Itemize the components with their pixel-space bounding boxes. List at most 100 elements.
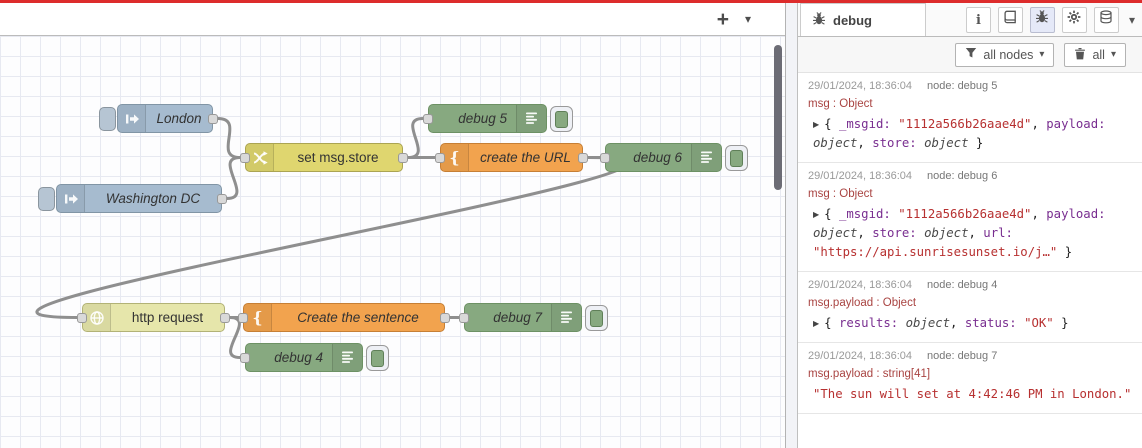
debug-lines-icon xyxy=(516,105,546,132)
expand-triangle-icon[interactable]: ▶ xyxy=(813,319,819,328)
debug-message: 29/01/2024, 18:36:04 node: debug 7 msg.pay… xyxy=(798,343,1142,415)
expand-triangle-icon[interactable]: ▶ xyxy=(813,210,819,219)
output-port[interactable] xyxy=(578,153,588,163)
debug-payload: ▶{ _msgid: "1112a566b26aae4d", payload: … xyxy=(813,117,1106,151)
flow-node-london[interactable]: London xyxy=(99,104,218,133)
input-port[interactable] xyxy=(435,153,445,163)
flow-canvas[interactable]: London Washington DC set msg.store debug 5 {… xyxy=(0,36,785,448)
input-port[interactable] xyxy=(77,313,87,323)
debug-toggle-button[interactable] xyxy=(550,106,573,132)
funnel-icon xyxy=(965,47,977,62)
debug-message-list[interactable]: 29/01/2024, 18:36:04 node: debug 5 msg : O… xyxy=(798,73,1142,448)
expand-triangle-icon[interactable]: ▶ xyxy=(813,120,819,129)
chevron-down-icon: ▾ xyxy=(1039,49,1045,60)
input-port[interactable] xyxy=(238,313,248,323)
shuffle-icon xyxy=(246,144,274,171)
output-port[interactable] xyxy=(217,194,227,204)
wire-set-store-to-debug5[interactable] xyxy=(406,117,425,159)
node-label: London xyxy=(156,111,202,126)
debug-toggle-button[interactable] xyxy=(585,305,608,331)
input-port[interactable] xyxy=(240,153,250,163)
context-data-tab-button[interactable] xyxy=(1093,6,1119,33)
debug-filter-bar: all nodes ▾ all ▾ xyxy=(798,37,1142,73)
inject-button[interactable] xyxy=(38,187,55,211)
debug-toggle-button[interactable] xyxy=(725,145,748,171)
function-brace-icon: { xyxy=(441,144,469,171)
gear-icon xyxy=(1067,10,1081,29)
debug-lines-icon xyxy=(551,304,581,331)
sidebar-tab-bar: debug i ▾ xyxy=(798,3,1142,37)
header-red-line xyxy=(0,0,1142,3)
flow-node-create-sentence[interactable]: { Create the sentence xyxy=(238,303,450,332)
debug-timestamp: 29/01/2024, 18:36:04 xyxy=(808,279,912,292)
function-brace-icon: { xyxy=(244,304,272,331)
debug-payload: ▶{ results: object, status: "OK" } xyxy=(813,316,1069,331)
inject-arrow-icon xyxy=(118,105,146,132)
bug-tab-button[interactable] xyxy=(1029,6,1055,33)
inject-button[interactable] xyxy=(99,107,116,131)
flow-list-caret-icon[interactable]: ▾ xyxy=(745,12,751,26)
debug-node-name: node: debug 6 xyxy=(926,170,998,183)
node-label: set msg.store xyxy=(297,150,379,165)
sidebar-menu-caret-icon[interactable]: ▾ xyxy=(1129,13,1135,27)
input-port[interactable] xyxy=(600,153,610,163)
sidebar-toolbar-buttons: i ▾ xyxy=(965,3,1142,36)
debug-property: msg : Object xyxy=(808,98,873,110)
tab-debug-label: debug xyxy=(833,12,872,28)
output-port[interactable] xyxy=(220,313,230,323)
add-flow-button[interactable]: + xyxy=(717,9,729,30)
input-port[interactable] xyxy=(459,313,469,323)
clear-messages-button[interactable]: all ▾ xyxy=(1064,42,1126,67)
wire-washington-to-set-store[interactable] xyxy=(225,156,242,200)
node-label: debug 6 xyxy=(633,150,682,165)
output-port[interactable] xyxy=(398,153,408,163)
output-port[interactable] xyxy=(208,114,218,124)
wire-london-to-set-store[interactable] xyxy=(216,117,242,159)
canvas-scrollbar[interactable] xyxy=(774,45,782,190)
bug-icon xyxy=(812,11,826,29)
node-label: create the URL xyxy=(480,150,571,165)
node-label: http request xyxy=(131,310,204,325)
node-label: Create the sentence xyxy=(297,310,419,325)
debug-timestamp: 29/01/2024, 18:36:04 xyxy=(808,80,912,92)
debug-payload: "The sun will set at 4:42:46 PM in Londo… xyxy=(813,387,1132,402)
flow-node-debug6[interactable]: debug 6 xyxy=(600,143,748,172)
node-label: debug 7 xyxy=(493,310,542,325)
input-port[interactable] xyxy=(423,114,433,124)
output-port[interactable] xyxy=(440,313,450,323)
bug-icon xyxy=(1035,10,1049,29)
node-label: debug 5 xyxy=(458,111,507,126)
node-label: Washington DC xyxy=(105,191,201,206)
flow-node-create-url[interactable]: { create the URL xyxy=(435,143,588,172)
flow-node-set-store[interactable]: set msg.store xyxy=(240,143,408,172)
flow-node-http-request[interactable]: http request xyxy=(77,303,230,332)
wire-http-request-to-debug4[interactable] xyxy=(228,316,242,359)
flow-node-debug7[interactable]: debug 7 xyxy=(459,303,608,332)
trash-icon xyxy=(1074,47,1086,63)
workspace-tab-bar: + ▾ xyxy=(0,3,785,36)
debug-timestamp: 29/01/2024, 18:36:04 xyxy=(808,170,912,183)
node-label: debug 4 xyxy=(274,350,323,365)
wire-layer xyxy=(35,117,630,359)
debug-node-name: node: debug 5 xyxy=(926,80,998,92)
node-red-editor: + ▾ London Washington DC set msg.store debu… xyxy=(0,0,1142,448)
debug-lines-icon xyxy=(691,144,721,171)
sidebar-splitter[interactable] xyxy=(786,3,797,448)
wire-create-url-to-http-request[interactable] xyxy=(35,156,630,319)
debug-toggle-button[interactable] xyxy=(366,345,389,371)
flow-node-debug4[interactable]: debug 4 xyxy=(240,343,389,372)
filter-nodes-button[interactable]: all nodes ▾ xyxy=(955,42,1055,67)
book-tab-button[interactable] xyxy=(997,6,1023,33)
debug-node-name: node: debug 4 xyxy=(926,279,998,292)
debug-lines-icon xyxy=(332,344,362,371)
flow-node-washington[interactable]: Washington DC xyxy=(38,184,227,213)
tab-debug[interactable]: debug xyxy=(800,3,926,36)
gear-tab-button[interactable] xyxy=(1061,6,1087,33)
context-data-icon xyxy=(1099,10,1113,29)
input-port[interactable] xyxy=(240,353,250,363)
debug-node-name: node: debug 7 xyxy=(926,350,998,363)
info-tab-button[interactable]: i xyxy=(965,6,991,33)
debug-timestamp: 29/01/2024, 18:36:04 xyxy=(808,350,912,363)
debug-property: msg.payload : Object xyxy=(808,297,917,310)
flow-node-debug5[interactable]: debug 5 xyxy=(423,104,573,133)
